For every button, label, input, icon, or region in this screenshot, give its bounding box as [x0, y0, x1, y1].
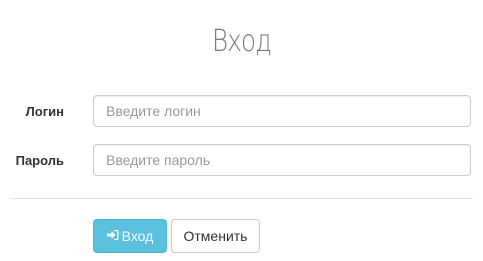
password-row: Пароль — [0, 144, 483, 178]
login-form: Вход Логин Пароль Вход Отменить — [0, 0, 483, 261]
password-input[interactable] — [93, 144, 471, 176]
form-title: Вход — [211, 24, 272, 59]
form-divider — [10, 198, 473, 199]
login-submit-button[interactable]: Вход — [93, 219, 167, 253]
login-input[interactable] — [93, 95, 471, 127]
login-row: Логин — [0, 95, 483, 129]
sign-in-icon — [106, 220, 119, 252]
cancel-button[interactable]: Отменить — [171, 219, 260, 253]
cancel-label: Отменить — [183, 228, 248, 244]
login-submit-label: Вход — [121, 228, 154, 244]
password-label: Пароль — [15, 153, 64, 168]
login-label: Логин — [25, 104, 64, 119]
